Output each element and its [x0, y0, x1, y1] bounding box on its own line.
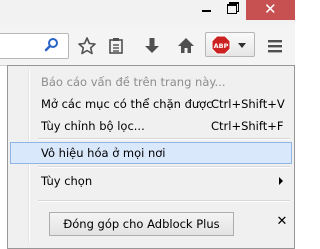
menu-item-label: Tùy chỉnh bộ lọc... — [41, 119, 145, 133]
reading-list-icon[interactable] — [106, 36, 126, 56]
close-icon: ✕ — [264, 0, 277, 18]
menu-item-options[interactable]: Tùy chọn — [10, 170, 292, 192]
maximize-button[interactable] — [219, 0, 245, 20]
menu-item-shortcut: Ctrl+Shift+V — [211, 97, 285, 111]
menu-item-filter-preferences[interactable]: Tùy chỉnh bộ lọc... Ctrl+Shift+F — [10, 115, 292, 137]
minimize-button[interactable] — [193, 0, 219, 20]
navigation-toolbar: ABP — [0, 25, 295, 66]
download-icon[interactable] — [142, 36, 162, 56]
restore-icon — [227, 4, 237, 14]
menu-separator — [38, 166, 290, 168]
window-title-bar: ✕ — [0, 0, 295, 25]
menu-item-label: Vô hiệu hóa ở mọi nơi — [41, 146, 166, 160]
hamburger-menu-icon[interactable] — [265, 36, 285, 56]
adblock-plus-button[interactable]: ABP — [205, 32, 255, 57]
menu-item-label: Tùy chọn — [41, 174, 93, 188]
close-window-button[interactable]: ✕ — [246, 0, 295, 20]
menu-item-label: Mở các mục có thể chặn được — [41, 97, 213, 111]
adblock-dropdown-menu: Báo cáo vấn đề trên trang này... Mở các … — [7, 65, 295, 249]
menu-item-disable-everywhere[interactable]: Vô hiệu hóa ở mọi nơi — [10, 142, 292, 164]
submenu-arrow-icon — [279, 177, 283, 185]
dropdown-icon[interactable] — [238, 43, 246, 48]
contribute-button[interactable]: Đóng góp cho Adblock Plus — [49, 212, 234, 236]
menu-item-shortcut: Ctrl+Shift+F — [211, 119, 284, 133]
menu-item-label: Báo cáo vấn đề trên trang này... — [41, 75, 226, 89]
search-icon[interactable] — [44, 37, 60, 53]
menu-separator — [38, 200, 290, 202]
close-icon[interactable]: ✕ — [274, 214, 290, 229]
adblock-icon: ABP — [211, 35, 231, 55]
home-icon[interactable] — [176, 36, 196, 56]
star-icon[interactable] — [77, 36, 97, 56]
menu-item-open-blockable-items[interactable]: Mở các mục có thể chặn được Ctrl+Shift+V — [10, 93, 292, 115]
menu-item-report-issue: Báo cáo vấn đề trên trang này... — [10, 71, 292, 93]
abp-badge-text: ABP — [214, 42, 229, 50]
minimize-icon — [202, 10, 211, 12]
search-bar[interactable] — [0, 33, 69, 59]
menu-separator — [38, 138, 290, 140]
